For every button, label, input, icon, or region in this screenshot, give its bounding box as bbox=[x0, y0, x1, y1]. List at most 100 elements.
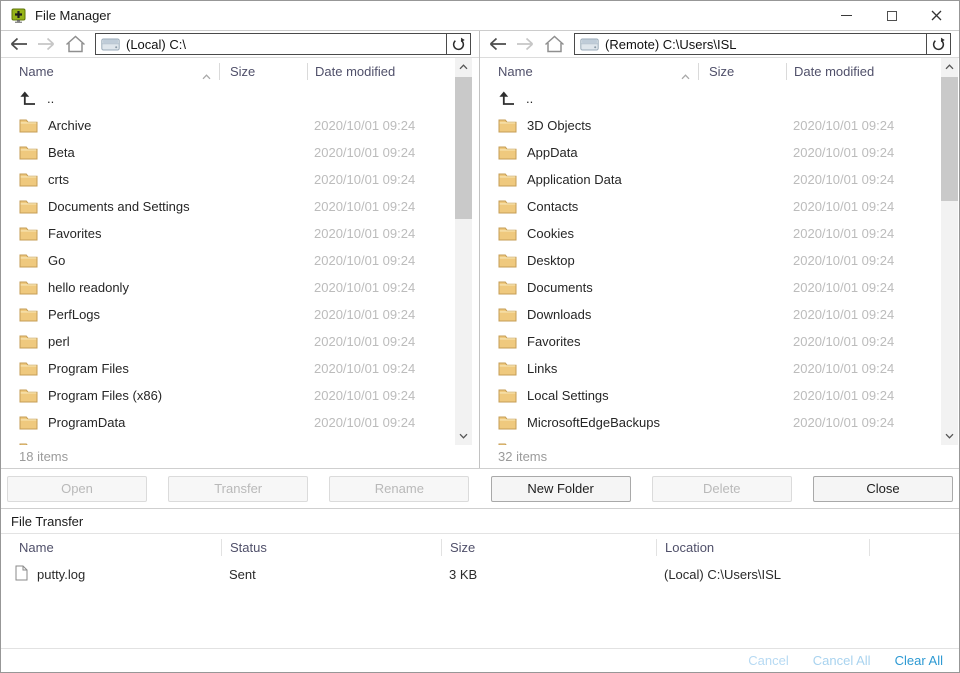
local-nav-bar: (Local) C:\ bbox=[1, 31, 479, 58]
folder-icon bbox=[498, 172, 517, 187]
file-panes: (Local) C:\ Name Size Date modifie bbox=[1, 31, 959, 469]
home-icon[interactable] bbox=[544, 35, 565, 53]
file-date: 2020/10/01 09:24 bbox=[793, 145, 894, 160]
folder-icon bbox=[19, 253, 38, 268]
column-size[interactable]: Size bbox=[709, 64, 734, 79]
file-date: 2020/10/01 09:24 bbox=[793, 172, 894, 187]
scroll-up-icon[interactable] bbox=[455, 59, 472, 75]
scroll-down-icon[interactable] bbox=[941, 428, 958, 444]
folder-row[interactable]: Favorites 2020/10/01 09:24 bbox=[480, 328, 959, 355]
close-button[interactable] bbox=[914, 1, 959, 30]
folder-row[interactable]: Program Files (x86) 2020/10/01 09:24 bbox=[1, 382, 479, 409]
transfer-empty-area bbox=[1, 588, 959, 648]
folder-icon bbox=[498, 253, 517, 268]
new-folder-button[interactable]: New Folder bbox=[491, 476, 631, 502]
column-name[interactable]: Name bbox=[498, 64, 533, 79]
folder-row[interactable]: Cookies 2020/10/01 09:24 bbox=[480, 220, 959, 247]
column-name[interactable]: Name bbox=[19, 64, 54, 79]
cancel-all-link: Cancel All bbox=[813, 653, 871, 668]
folder-row[interactable]: Application Data 2020/10/01 09:24 bbox=[480, 166, 959, 193]
folder-icon bbox=[19, 145, 38, 160]
remote-address-bar[interactable]: (Remote) C:\Users\ISL bbox=[574, 33, 951, 55]
file-name: Application Data bbox=[527, 172, 622, 187]
remote-list-header: Name Size Date modified bbox=[480, 58, 959, 85]
file-name: AppData bbox=[527, 145, 578, 160]
remote-file-list: Name Size Date modified .. 3D Objects 20… bbox=[480, 58, 959, 445]
file-name: .. bbox=[526, 91, 533, 106]
transfer-row[interactable]: putty.log Sent 3 KB (Local) C:\Users\ISL bbox=[1, 561, 959, 588]
refresh-button[interactable] bbox=[926, 34, 950, 54]
folder-row[interactable]: Local Settings 2020/10/01 09:24 bbox=[480, 382, 959, 409]
folder-row[interactable]: ProgramData 2020/10/01 09:24 bbox=[1, 409, 479, 436]
file-date: 2020/10/01 09:24 bbox=[314, 199, 415, 214]
file-name: Links bbox=[527, 361, 557, 376]
folder-row[interactable]: Go 2020/10/01 09:24 bbox=[1, 247, 479, 274]
column-date-modified[interactable]: Date modified bbox=[794, 64, 874, 79]
scrollbar-thumb[interactable] bbox=[455, 77, 472, 219]
column-size[interactable]: Size bbox=[230, 64, 255, 79]
rename-button: Rename bbox=[329, 476, 469, 502]
folder-row[interactable]: 3D Objects 2020/10/01 09:24 bbox=[480, 112, 959, 139]
forward-icon bbox=[37, 37, 56, 51]
folder-row[interactable]: Documents 2020/10/01 09:24 bbox=[480, 274, 959, 301]
folder-row[interactable]: Program Files 2020/10/01 09:24 bbox=[1, 355, 479, 382]
scrollbar-thumb[interactable] bbox=[941, 77, 958, 201]
remote-item-count: 32 items bbox=[480, 445, 959, 468]
scroll-up-icon[interactable] bbox=[941, 59, 958, 75]
local-address-bar[interactable]: (Local) C:\ bbox=[95, 33, 471, 55]
back-icon[interactable] bbox=[9, 37, 28, 51]
folder-icon bbox=[19, 172, 38, 187]
maximize-button[interactable] bbox=[869, 1, 914, 30]
folder-row[interactable]: AppData 2020/10/01 09:24 bbox=[480, 139, 959, 166]
folder-row[interactable]: perl 2020/10/01 09:24 bbox=[1, 328, 479, 355]
transfer-size: 3 KB bbox=[441, 567, 656, 582]
folder-icon bbox=[19, 334, 38, 349]
folder-row[interactable]: hello readonly 2020/10/01 09:24 bbox=[1, 274, 479, 301]
file-date: 2020/10/01 09:24 bbox=[793, 280, 894, 295]
back-icon[interactable] bbox=[488, 37, 507, 51]
remote-scrollbar[interactable] bbox=[941, 58, 958, 445]
local-scrollbar[interactable] bbox=[455, 58, 472, 445]
local-item-count: 18 items bbox=[1, 445, 479, 468]
parent-directory-row[interactable]: .. bbox=[1, 85, 479, 112]
folder-row-partial[interactable] bbox=[480, 436, 959, 445]
app-icon bbox=[11, 8, 27, 24]
transfer-column-status[interactable]: Status bbox=[221, 539, 441, 556]
folder-row[interactable]: PerfLogs 2020/10/01 09:24 bbox=[1, 301, 479, 328]
file-date: 2020/10/01 09:24 bbox=[793, 334, 894, 349]
transfer-column-location[interactable]: Location bbox=[656, 539, 869, 556]
folder-row[interactable]: Downloads 2020/10/01 09:24 bbox=[480, 301, 959, 328]
folder-icon bbox=[498, 361, 517, 376]
window-controls bbox=[824, 1, 959, 30]
file-name: Local Settings bbox=[527, 388, 609, 403]
refresh-button[interactable] bbox=[446, 34, 470, 54]
file-name: Favorites bbox=[48, 226, 101, 241]
close-button-action[interactable]: Close bbox=[813, 476, 953, 502]
transfer-column-name[interactable]: Name bbox=[1, 539, 221, 556]
clear-all-link[interactable]: Clear All bbox=[895, 653, 943, 668]
folder-row[interactable]: Desktop 2020/10/01 09:24 bbox=[480, 247, 959, 274]
folder-row[interactable]: MicrosoftEdgeBackups 2020/10/01 09:24 bbox=[480, 409, 959, 436]
folder-row[interactable]: Links 2020/10/01 09:24 bbox=[480, 355, 959, 382]
file-date: 2020/10/01 09:24 bbox=[314, 118, 415, 133]
home-icon[interactable] bbox=[65, 35, 86, 53]
folder-row-partial[interactable] bbox=[1, 436, 479, 445]
local-path: (Local) C:\ bbox=[126, 37, 186, 52]
folder-row[interactable]: crts 2020/10/01 09:24 bbox=[1, 166, 479, 193]
parent-directory-row[interactable]: .. bbox=[480, 85, 959, 112]
minimize-button[interactable] bbox=[824, 1, 869, 30]
column-date-modified[interactable]: Date modified bbox=[315, 64, 395, 79]
folder-row[interactable]: Archive 2020/10/01 09:24 bbox=[1, 112, 479, 139]
folder-row[interactable]: Beta 2020/10/01 09:24 bbox=[1, 139, 479, 166]
folder-icon bbox=[498, 307, 517, 322]
transfer-column-size[interactable]: Size bbox=[441, 539, 656, 556]
folder-row[interactable]: Favorites 2020/10/01 09:24 bbox=[1, 220, 479, 247]
scroll-down-icon[interactable] bbox=[455, 428, 472, 444]
file-date: 2020/10/01 09:24 bbox=[793, 226, 894, 241]
folder-icon bbox=[19, 307, 38, 322]
folder-icon bbox=[19, 226, 38, 241]
folder-icon bbox=[498, 199, 517, 214]
folder-icon bbox=[19, 199, 38, 214]
folder-row[interactable]: Contacts 2020/10/01 09:24 bbox=[480, 193, 959, 220]
folder-row[interactable]: Documents and Settings 2020/10/01 09:24 bbox=[1, 193, 479, 220]
